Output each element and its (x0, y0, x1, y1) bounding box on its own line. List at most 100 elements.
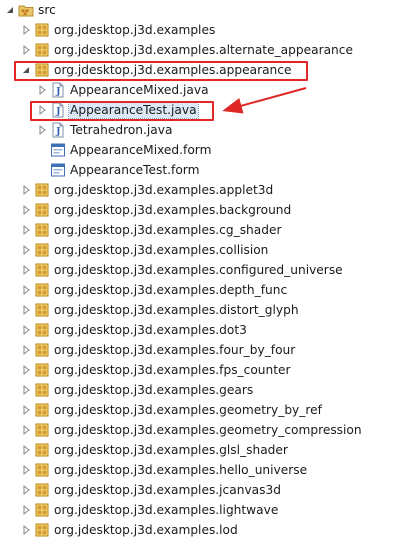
expand-arrow-icon[interactable] (20, 344, 32, 356)
tree-item-label: org.jdesktop.j3d.examples.alternate_appe… (54, 43, 353, 57)
expand-arrow-icon[interactable] (20, 424, 32, 436)
tree-node-package[interactable]: org.jdesktop.j3d.examples.applet3d (0, 180, 409, 200)
package-icon (34, 282, 50, 298)
tree-item-label: AppearanceMixed.java (70, 83, 209, 97)
expand-arrow-icon[interactable] (36, 104, 48, 116)
tree-item-label: AppearanceMixed.form (70, 143, 212, 157)
expand-arrow-icon[interactable] (20, 264, 32, 276)
project-explorer-tree: src org.jdesktop.j3d.examples org.jdeskt… (0, 0, 409, 542)
expand-arrow-icon[interactable] (20, 204, 32, 216)
package-icon (34, 322, 50, 338)
tree-item-label: AppearanceTest.form (70, 163, 200, 177)
tree-item-label: org.jdesktop.j3d.examples.glsl_shader (54, 443, 288, 457)
expand-arrow-icon[interactable] (20, 524, 32, 536)
tree-node-package[interactable]: org.jdesktop.j3d.examples (0, 20, 409, 40)
package-icon (34, 242, 50, 258)
tree-item-label: org.jdesktop.j3d.examples.hello_universe (54, 463, 308, 477)
tree-node-package[interactable]: org.jdesktop.j3d.examples.configured_uni… (0, 260, 409, 280)
tree-item-label: org.jdesktop.j3d.examples.jcanvas3d (54, 483, 281, 497)
tree-node-file[interactable]: AppearanceTest.form (0, 160, 409, 180)
package-icon (34, 302, 50, 318)
package-icon (34, 22, 50, 38)
expand-arrow-icon[interactable] (20, 384, 32, 396)
tree-item-label: org.jdesktop.j3d.examples.four_by_four (54, 343, 296, 357)
svg-text:J: J (55, 107, 60, 117)
tree-node-package[interactable]: org.jdesktop.j3d.examples.appearance (0, 60, 409, 80)
tree-item-label: org.jdesktop.j3d.examples.geometry_compr… (54, 423, 362, 437)
expand-arrow-icon[interactable] (36, 124, 48, 136)
tree-item-label: org.jdesktop.j3d.examples.dot3 (54, 323, 247, 337)
package-icon (34, 262, 50, 278)
tree-node-package[interactable]: org.jdesktop.j3d.examples.distort_glyph (0, 300, 409, 320)
collapse-arrow-icon[interactable] (20, 64, 32, 76)
tree-node-package[interactable]: org.jdesktop.j3d.examples.four_by_four (0, 340, 409, 360)
tree-node-package[interactable]: org.jdesktop.j3d.examples.gears (0, 380, 409, 400)
package-icon (34, 382, 50, 398)
source-folder-icon (18, 2, 34, 18)
package-icon (34, 62, 50, 78)
java-file-icon: J (50, 82, 66, 98)
form-file-icon (50, 142, 66, 158)
tree-node-package[interactable]: org.jdesktop.j3d.examples.fps_counter (0, 360, 409, 380)
tree-item-label: org.jdesktop.j3d.examples.gears (54, 383, 254, 397)
tree-node-package[interactable]: org.jdesktop.j3d.examples.collision (0, 240, 409, 260)
expand-arrow-icon[interactable] (20, 304, 32, 316)
tree-item-label: org.jdesktop.j3d.examples.background (54, 203, 292, 217)
tree-node-file[interactable]: J AppearanceMixed.java (0, 80, 409, 100)
expand-arrow-icon[interactable] (20, 504, 32, 516)
package-icon (34, 42, 50, 58)
expand-arrow-icon[interactable] (20, 224, 32, 236)
tree-node-file[interactable]: J Tetrahedron.java (0, 120, 409, 140)
package-icon (34, 202, 50, 218)
package-icon (34, 342, 50, 358)
tree-item-label: org.jdesktop.j3d.examples.geometry_by_re… (54, 403, 322, 417)
expand-arrow-icon[interactable] (20, 324, 32, 336)
collapse-arrow-icon[interactable] (4, 4, 16, 16)
svg-text:J: J (55, 127, 60, 137)
tree-node-file[interactable]: AppearanceMixed.form (0, 140, 409, 160)
package-icon (34, 402, 50, 418)
tree-node-package[interactable]: org.jdesktop.j3d.examples.background (0, 200, 409, 220)
tree-node-package[interactable]: org.jdesktop.j3d.examples.hello_universe (0, 460, 409, 480)
tree-node-file[interactable]: J AppearanceTest.java (0, 100, 409, 120)
expand-arrow-icon[interactable] (36, 84, 48, 96)
expand-arrow-icon[interactable] (20, 484, 32, 496)
package-icon (34, 522, 50, 538)
tree-item-label: org.jdesktop.j3d.examples.depth_func (54, 283, 288, 297)
expand-arrow-icon[interactable] (20, 44, 32, 56)
tree-node-package[interactable]: org.jdesktop.j3d.examples.depth_func (0, 280, 409, 300)
tree-item-label: org.jdesktop.j3d.examples.applet3d (54, 183, 274, 197)
tree-node-package[interactable]: org.jdesktop.j3d.examples.glsl_shader (0, 440, 409, 460)
form-file-icon (50, 162, 66, 178)
expand-arrow-icon[interactable] (20, 284, 32, 296)
tree-node-package[interactable]: org.jdesktop.j3d.examples.cg_shader (0, 220, 409, 240)
expand-arrow-icon[interactable] (20, 364, 32, 376)
expand-arrow-icon[interactable] (20, 244, 32, 256)
tree-item-label: org.jdesktop.j3d.examples.appearance (54, 63, 292, 77)
tree-node-package[interactable]: org.jdesktop.j3d.examples.lightwave (0, 500, 409, 520)
tree-node-src[interactable]: src (0, 0, 409, 20)
expand-arrow-icon[interactable] (20, 184, 32, 196)
java-file-icon: J (50, 122, 66, 138)
expand-arrow-icon[interactable] (20, 404, 32, 416)
expand-arrow-icon[interactable] (20, 24, 32, 36)
package-icon (34, 462, 50, 478)
tree-item-label: src (38, 3, 56, 17)
tree-item-label: AppearanceTest.java (68, 101, 199, 119)
java-file-icon: J (50, 102, 66, 118)
tree-node-package[interactable]: org.jdesktop.j3d.examples.alternate_appe… (0, 40, 409, 60)
tree-node-package[interactable]: org.jdesktop.j3d.examples.geometry_by_re… (0, 400, 409, 420)
expand-arrow-icon[interactable] (20, 444, 32, 456)
expand-arrow-icon[interactable] (20, 464, 32, 476)
package-icon (34, 482, 50, 498)
tree-node-package[interactable]: org.jdesktop.j3d.examples.geometry_compr… (0, 420, 409, 440)
package-icon (34, 502, 50, 518)
tree-item-label: org.jdesktop.j3d.examples.lod (54, 523, 238, 537)
tree-node-package[interactable]: org.jdesktop.j3d.examples.jcanvas3d (0, 480, 409, 500)
tree-node-package[interactable]: org.jdesktop.j3d.examples.lod (0, 520, 409, 540)
tree-item-label: org.jdesktop.j3d.examples.configured_uni… (54, 263, 343, 277)
package-icon (34, 442, 50, 458)
tree-item-label: Tetrahedron.java (70, 123, 173, 137)
tree-item-label: org.jdesktop.j3d.examples.fps_counter (54, 363, 291, 377)
tree-node-package[interactable]: org.jdesktop.j3d.examples.dot3 (0, 320, 409, 340)
